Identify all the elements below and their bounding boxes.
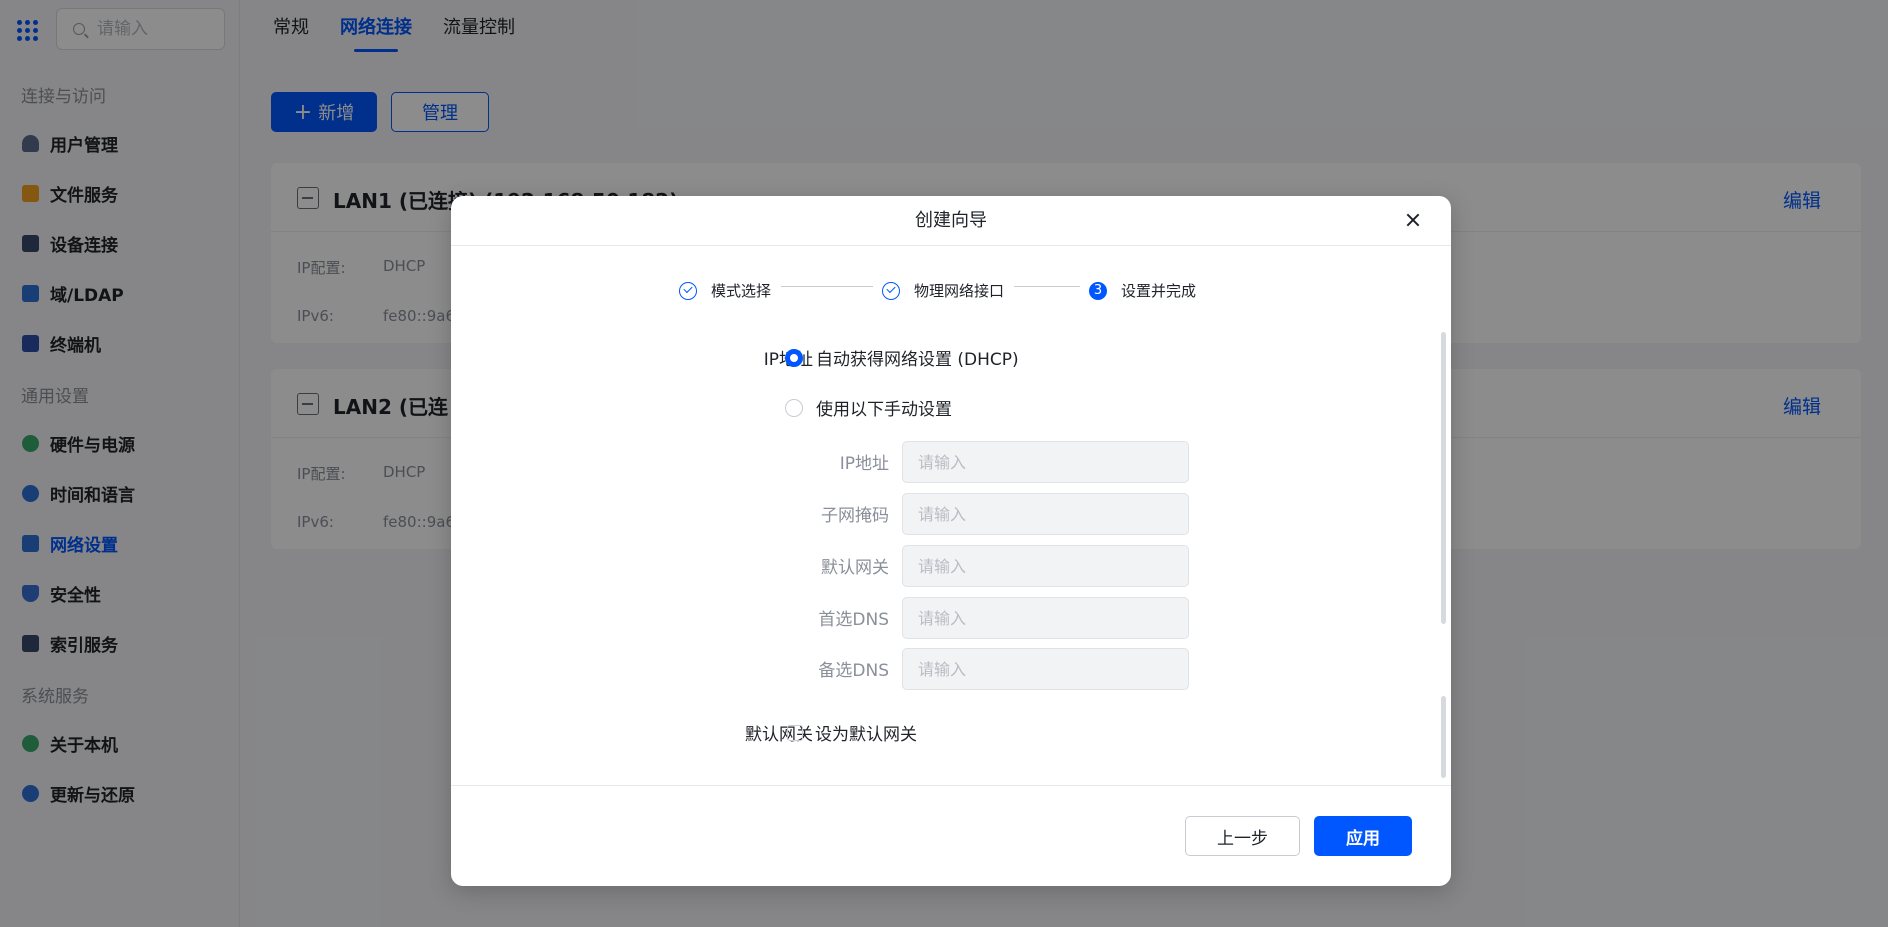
scrollbar[interactable] [1441, 332, 1446, 624]
close-icon[interactable] [1403, 210, 1423, 230]
radio-dhcp[interactable]: 自动获得网络设置 (DHCP) [785, 345, 1019, 370]
previous-step-button[interactable]: 上一步 [1185, 816, 1300, 856]
default-gateway-label: 默认网关 [821, 558, 889, 578]
default-gateway-input[interactable] [902, 545, 1189, 587]
ip-address-label: IP地址 [839, 454, 889, 474]
primary-dns-label: 首选DNS [818, 610, 889, 630]
wizard-steps: 模式选择 物理网络接口 3 设置并完成 [451, 280, 1451, 306]
subnet-mask-label: 子网掩码 [821, 506, 889, 526]
dialog-title: 创建向导 [451, 196, 1451, 246]
ip-address-input[interactable] [902, 441, 1189, 483]
step-number-badge: 3 [1089, 281, 1107, 300]
set-default-gateway-checkbox[interactable]: 设为默认网关 [787, 720, 917, 745]
create-wizard-dialog: 创建向导 模式选择 物理网络接口 3 设置并完成 IP地址 自动获得网络设置 (… [451, 196, 1451, 886]
apply-button[interactable]: 应用 [1314, 816, 1412, 856]
check-circle-icon [882, 281, 900, 300]
radio-selected-icon [785, 348, 803, 367]
step-mode-select: 模式选择 [679, 280, 771, 301]
radio-unselected-icon [785, 398, 803, 417]
secondary-dns-input[interactable] [902, 648, 1189, 690]
step-physical-interface: 物理网络接口 [882, 280, 1004, 301]
step-connector [781, 286, 873, 287]
subnet-mask-input[interactable] [902, 493, 1189, 535]
check-circle-icon [679, 281, 697, 300]
secondary-dns-label: 备选DNS [818, 661, 889, 681]
step-connector [1014, 286, 1080, 287]
radio-manual[interactable]: 使用以下手动设置 [785, 395, 952, 420]
dialog-footer: 上一步 应用 [451, 785, 1451, 886]
primary-dns-input[interactable] [902, 597, 1189, 639]
step-settings-finish: 3 设置并完成 [1089, 280, 1196, 301]
scrollbar-thumb[interactable] [1441, 696, 1446, 778]
checkbox-icon [787, 724, 803, 741]
